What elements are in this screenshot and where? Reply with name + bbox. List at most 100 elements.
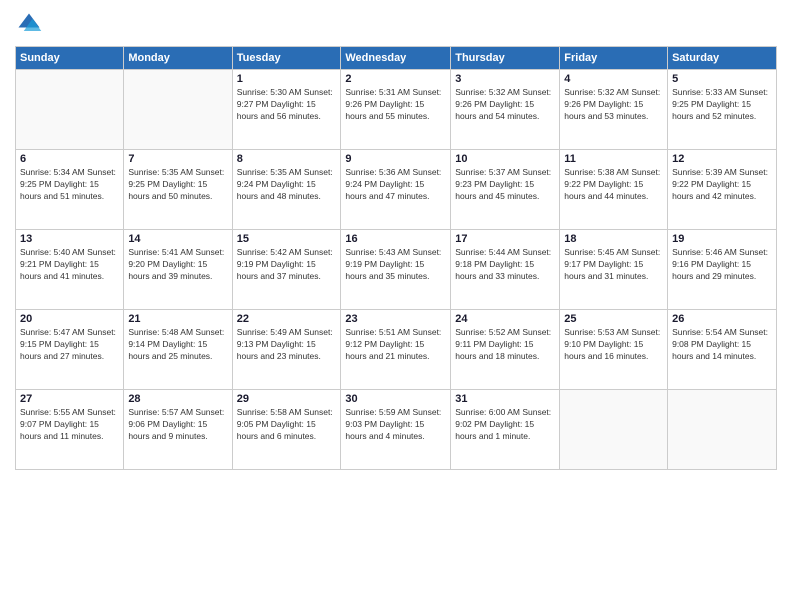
calendar-table: SundayMondayTuesdayWednesdayThursdayFrid… xyxy=(15,46,777,470)
day-number: 4 xyxy=(564,73,663,85)
calendar-week-row: 13Sunrise: 5:40 AM Sunset: 9:21 PM Dayli… xyxy=(16,230,777,310)
day-number: 11 xyxy=(564,153,663,165)
day-number: 26 xyxy=(672,313,772,325)
day-info: Sunrise: 5:39 AM Sunset: 9:22 PM Dayligh… xyxy=(672,167,772,203)
calendar-cell: 9 Sunrise: 5:36 AM Sunset: 9:24 PM Daylig… xyxy=(341,150,451,230)
day-info: Sunrise: 5:46 AM Sunset: 9:16 PM Dayligh… xyxy=(672,247,772,283)
day-info: Sunrise: 5:34 AM Sunset: 9:25 PM Dayligh… xyxy=(20,167,119,203)
calendar-week-row: 6 Sunrise: 5:34 AM Sunset: 9:25 PM Daylig… xyxy=(16,150,777,230)
calendar-cell: 30 Sunrise: 5:59 AM Sunset: 9:03 PM Dayli… xyxy=(341,390,451,470)
calendar-weekday-sunday: Sunday xyxy=(16,47,124,70)
day-info: Sunrise: 5:48 AM Sunset: 9:14 PM Dayligh… xyxy=(128,327,227,363)
day-number: 18 xyxy=(564,233,663,245)
day-info: Sunrise: 5:44 AM Sunset: 9:18 PM Dayligh… xyxy=(455,247,555,283)
day-number: 25 xyxy=(564,313,663,325)
day-number: 2 xyxy=(345,73,446,85)
calendar-week-row: 20 Sunrise: 5:47 AM Sunset: 9:15 PM Dayli… xyxy=(16,310,777,390)
day-number: 27 xyxy=(20,393,119,405)
calendar-cell: 21 Sunrise: 5:48 AM Sunset: 9:14 PM Dayli… xyxy=(124,310,232,390)
calendar-cell xyxy=(124,70,232,150)
calendar-weekday-saturday: Saturday xyxy=(668,47,777,70)
calendar-cell: 22Sunrise: 5:49 AM Sunset: 9:13 PM Dayli… xyxy=(232,310,341,390)
day-info: Sunrise: 5:35 AM Sunset: 9:25 PM Dayligh… xyxy=(128,167,227,203)
calendar-cell: 28 Sunrise: 5:57 AM Sunset: 9:06 PM Dayli… xyxy=(124,390,232,470)
day-number: 21 xyxy=(128,313,227,325)
calendar-cell xyxy=(16,70,124,150)
day-info: Sunrise: 5:58 AM Sunset: 9:05 PM Dayligh… xyxy=(237,407,337,443)
calendar-cell: 23 Sunrise: 5:51 AM Sunset: 9:12 PM Dayli… xyxy=(341,310,451,390)
calendar-cell: 12 Sunrise: 5:39 AM Sunset: 9:22 PM Dayli… xyxy=(668,150,777,230)
day-info: Sunrise: 6:00 AM Sunset: 9:02 PM Dayligh… xyxy=(455,407,555,443)
calendar-week-row: 1 Sunrise: 5:30 AM Sunset: 9:27 PM Daylig… xyxy=(16,70,777,150)
day-info: Sunrise: 5:57 AM Sunset: 9:06 PM Dayligh… xyxy=(128,407,227,443)
calendar-cell: 27 Sunrise: 5:55 AM Sunset: 9:07 PM Dayli… xyxy=(16,390,124,470)
calendar-cell: 19 Sunrise: 5:46 AM Sunset: 9:16 PM Dayli… xyxy=(668,230,777,310)
day-number: 7 xyxy=(128,153,227,165)
day-number: 24 xyxy=(455,313,555,325)
calendar-weekday-monday: Monday xyxy=(124,47,232,70)
day-number: 30 xyxy=(345,393,446,405)
day-number: 29 xyxy=(237,393,337,405)
calendar-cell: 2 Sunrise: 5:31 AM Sunset: 9:26 PM Daylig… xyxy=(341,70,451,150)
day-number: 10 xyxy=(455,153,555,165)
day-info: Sunrise: 5:47 AM Sunset: 9:15 PM Dayligh… xyxy=(20,327,119,363)
day-number: 5 xyxy=(672,73,772,85)
calendar-cell: 14 Sunrise: 5:41 AM Sunset: 9:20 PM Dayli… xyxy=(124,230,232,310)
calendar-cell: 17 Sunrise: 5:44 AM Sunset: 9:18 PM Dayli… xyxy=(451,230,560,310)
calendar-cell: 18 Sunrise: 5:45 AM Sunset: 9:17 PM Dayli… xyxy=(560,230,668,310)
day-number: 31 xyxy=(455,393,555,405)
calendar-cell: 3 Sunrise: 5:32 AM Sunset: 9:26 PM Daylig… xyxy=(451,70,560,150)
day-number: 17 xyxy=(455,233,555,245)
day-info: Sunrise: 5:53 AM Sunset: 9:10 PM Dayligh… xyxy=(564,327,663,363)
day-info: Sunrise: 5:55 AM Sunset: 9:07 PM Dayligh… xyxy=(20,407,119,443)
day-number: 13 xyxy=(20,233,119,245)
day-number: 28 xyxy=(128,393,227,405)
day-number: 8 xyxy=(237,153,337,165)
day-info: Sunrise: 5:41 AM Sunset: 9:20 PM Dayligh… xyxy=(128,247,227,283)
calendar-cell: 25 Sunrise: 5:53 AM Sunset: 9:10 PM Dayli… xyxy=(560,310,668,390)
day-info: Sunrise: 5:54 AM Sunset: 9:08 PM Dayligh… xyxy=(672,327,772,363)
day-info: Sunrise: 5:45 AM Sunset: 9:17 PM Dayligh… xyxy=(564,247,663,283)
calendar-weekday-friday: Friday xyxy=(560,47,668,70)
calendar-cell: 4 Sunrise: 5:32 AM Sunset: 9:26 PM Daylig… xyxy=(560,70,668,150)
day-info: Sunrise: 5:38 AM Sunset: 9:22 PM Dayligh… xyxy=(564,167,663,203)
calendar-cell: 26 Sunrise: 5:54 AM Sunset: 9:08 PM Dayli… xyxy=(668,310,777,390)
day-number: 1 xyxy=(237,73,337,85)
day-number: 23 xyxy=(345,313,446,325)
day-info: Sunrise: 5:31 AM Sunset: 9:26 PM Dayligh… xyxy=(345,87,446,123)
day-info: Sunrise: 5:59 AM Sunset: 9:03 PM Dayligh… xyxy=(345,407,446,443)
day-number: 9 xyxy=(345,153,446,165)
day-info: Sunrise: 5:36 AM Sunset: 9:24 PM Dayligh… xyxy=(345,167,446,203)
calendar-week-row: 27 Sunrise: 5:55 AM Sunset: 9:07 PM Dayli… xyxy=(16,390,777,470)
day-info: Sunrise: 5:43 AM Sunset: 9:19 PM Dayligh… xyxy=(345,247,446,283)
day-number: 6 xyxy=(20,153,119,165)
day-number: 16 xyxy=(345,233,446,245)
calendar-header-row: SundayMondayTuesdayWednesdayThursdayFrid… xyxy=(16,47,777,70)
calendar-cell: 7 Sunrise: 5:35 AM Sunset: 9:25 PM Daylig… xyxy=(124,150,232,230)
calendar-cell: 11 Sunrise: 5:38 AM Sunset: 9:22 PM Dayli… xyxy=(560,150,668,230)
calendar-weekday-tuesday: Tuesday xyxy=(232,47,341,70)
day-number: 20 xyxy=(20,313,119,325)
day-number: 15 xyxy=(237,233,337,245)
day-info: Sunrise: 5:30 AM Sunset: 9:27 PM Dayligh… xyxy=(237,87,337,123)
calendar-cell: 16 Sunrise: 5:43 AM Sunset: 9:19 PM Dayli… xyxy=(341,230,451,310)
day-info: Sunrise: 5:51 AM Sunset: 9:12 PM Dayligh… xyxy=(345,327,446,363)
day-number: 12 xyxy=(672,153,772,165)
calendar-cell xyxy=(668,390,777,470)
day-info: Sunrise: 5:32 AM Sunset: 9:26 PM Dayligh… xyxy=(564,87,663,123)
calendar-cell: 20 Sunrise: 5:47 AM Sunset: 9:15 PM Dayli… xyxy=(16,310,124,390)
calendar-cell: 15 Sunrise: 5:42 AM Sunset: 9:19 PM Dayli… xyxy=(232,230,341,310)
day-info: Sunrise: 5:32 AM Sunset: 9:26 PM Dayligh… xyxy=(455,87,555,123)
calendar-cell xyxy=(560,390,668,470)
day-info: Sunrise: 5:42 AM Sunset: 9:19 PM Dayligh… xyxy=(237,247,337,283)
calendar-weekday-wednesday: Wednesday xyxy=(341,47,451,70)
day-number: 3 xyxy=(455,73,555,85)
day-number: 22 xyxy=(237,313,337,325)
logo xyxy=(15,10,47,38)
day-number: 14 xyxy=(128,233,227,245)
day-number: 19 xyxy=(672,233,772,245)
page-header xyxy=(15,10,777,38)
calendar-weekday-thursday: Thursday xyxy=(451,47,560,70)
calendar-cell: 13Sunrise: 5:40 AM Sunset: 9:21 PM Dayli… xyxy=(16,230,124,310)
calendar-cell: 24Sunrise: 5:52 AM Sunset: 9:11 PM Dayli… xyxy=(451,310,560,390)
